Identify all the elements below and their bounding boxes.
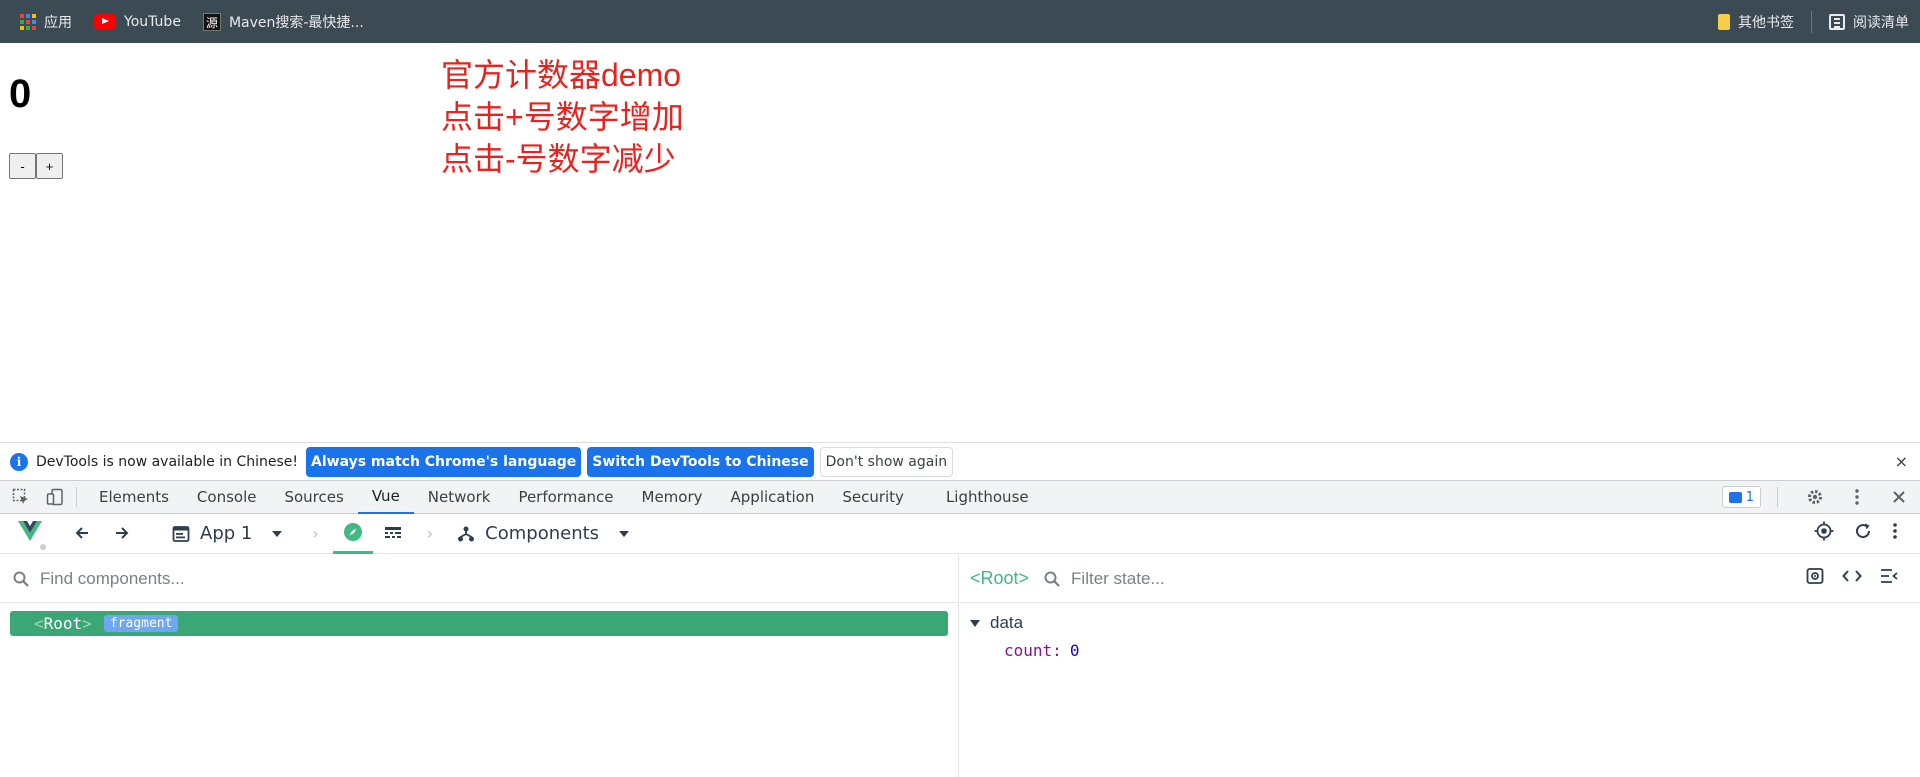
more-vert-icon[interactable] bbox=[1892, 522, 1898, 545]
select-component-icon[interactable] bbox=[1814, 521, 1834, 546]
count-display: 0 bbox=[9, 72, 32, 116]
app-selector[interactable]: App 1 bbox=[172, 523, 283, 544]
bookmark-divider bbox=[1811, 10, 1812, 33]
view-selector[interactable]: Components bbox=[457, 523, 630, 544]
inspector-tab[interactable] bbox=[332, 514, 373, 554]
tab-sources[interactable]: Sources bbox=[270, 481, 357, 514]
close-icon[interactable]: × bbox=[1895, 452, 1908, 471]
note-line: 点击+号数字增加 bbox=[441, 99, 684, 135]
note-line: 点击-号数字减少 bbox=[441, 141, 676, 177]
state-property-row[interactable]: count: 0 bbox=[960, 641, 1920, 660]
tab-console[interactable]: Console bbox=[183, 481, 271, 514]
bookmark-reading-label: 阅读清单 bbox=[1853, 14, 1909, 31]
component-tree-icon bbox=[458, 526, 475, 541]
timeline-tab[interactable] bbox=[373, 514, 413, 554]
tab-vue[interactable]: Vue bbox=[357, 481, 414, 514]
compass-icon bbox=[343, 523, 362, 541]
state-inspector-panel: <Root> data count:0 bbox=[960, 555, 1920, 777]
note-line: 官方计数器demo bbox=[441, 57, 682, 93]
chevron-down-icon bbox=[619, 530, 630, 537]
tab-performance[interactable]: Performance bbox=[504, 481, 627, 514]
issues-badge[interactable]: 1 bbox=[1721, 486, 1761, 508]
issues-count: 1 bbox=[1745, 489, 1754, 505]
dont-show-again-button[interactable]: Don't show again bbox=[819, 446, 954, 477]
counter-buttons: - + bbox=[9, 153, 63, 179]
bookmark-other-label: 其他书签 bbox=[1738, 14, 1794, 31]
search-icon bbox=[13, 571, 29, 587]
folder-icon bbox=[1718, 13, 1730, 30]
refresh-icon[interactable] bbox=[1854, 522, 1872, 545]
bookmark-other[interactable]: 其他书签 bbox=[1698, 0, 1805, 43]
gear-icon[interactable] bbox=[1802, 484, 1828, 510]
decrement-button[interactable]: - bbox=[9, 153, 36, 179]
tab-application[interactable]: Application bbox=[717, 481, 829, 514]
tag-close-bracket: > bbox=[82, 614, 92, 633]
tab-network[interactable]: Network bbox=[414, 481, 505, 514]
chevron-right-icon: › bbox=[426, 524, 434, 543]
tab-memory[interactable]: Memory bbox=[628, 481, 717, 514]
info-icon: i bbox=[10, 452, 28, 471]
app-selector-label: App 1 bbox=[200, 523, 253, 544]
state-header-row: <Root> bbox=[960, 555, 1920, 603]
tab-divider bbox=[1777, 487, 1778, 507]
component-search-row bbox=[0, 555, 958, 603]
timeline-icon bbox=[384, 526, 401, 538]
connection-status-dot bbox=[38, 542, 48, 552]
bookmark-reading-list[interactable]: 阅读清单 bbox=[1818, 0, 1920, 43]
tab-elements[interactable]: Elements bbox=[85, 481, 183, 514]
state-key: count bbox=[1004, 641, 1053, 660]
state-section-label: data bbox=[990, 613, 1024, 632]
message-icon bbox=[1728, 491, 1742, 503]
code-icon[interactable] bbox=[1842, 568, 1862, 589]
bookmarks-bar: 应用 YouTube 源 Maven搜索-最快捷... 其他书签 阅读清单 bbox=[0, 0, 1920, 43]
view-selector-label: Components bbox=[485, 523, 600, 544]
tab-security[interactable]: Security bbox=[828, 481, 918, 514]
bookmark-youtube[interactable]: YouTube bbox=[83, 0, 192, 43]
search-icon bbox=[1044, 571, 1060, 587]
state-value: 0 bbox=[1069, 641, 1080, 660]
fragment-badge: fragment bbox=[103, 615, 179, 632]
devtools-language-infobar: i DevTools is now available in Chinese! … bbox=[0, 442, 1920, 480]
vue-logo-icon bbox=[18, 521, 48, 552]
tab-divider bbox=[76, 487, 77, 507]
reading-list-icon bbox=[1829, 13, 1845, 30]
switch-to-chinese-button[interactable]: Switch DevTools to Chinese bbox=[587, 446, 814, 477]
bookmark-maven[interactable]: 源 Maven搜索-最快捷... bbox=[192, 0, 375, 43]
state-colon: : bbox=[1052, 641, 1062, 660]
tag-open-bracket: < bbox=[34, 614, 44, 633]
forward-arrow-icon[interactable] bbox=[102, 522, 142, 546]
app-window-icon bbox=[172, 525, 190, 542]
component-tree-panel: < Root > fragment bbox=[0, 555, 959, 777]
expand-triangle-icon bbox=[970, 619, 980, 627]
component-name: Root bbox=[43, 614, 83, 633]
apps-grid-icon bbox=[20, 13, 36, 30]
demo-notes: 官方计数器demo 点击+号数字增加 点击-号数字减少 bbox=[441, 54, 684, 180]
selected-component-label: <Root> bbox=[970, 568, 1030, 588]
close-devtools-icon[interactable] bbox=[1886, 484, 1912, 510]
bookmark-apps[interactable]: 应用 bbox=[0, 0, 83, 43]
more-vert-icon[interactable] bbox=[1844, 484, 1870, 510]
increment-button[interactable]: + bbox=[36, 153, 63, 179]
match-language-button[interactable]: Always match Chrome's language bbox=[306, 446, 582, 477]
device-toolbar-icon[interactable] bbox=[42, 484, 68, 510]
tree-node-root[interactable]: < Root > fragment bbox=[10, 611, 948, 636]
bookmark-apps-label: 应用 bbox=[44, 14, 72, 31]
infobar-message: DevTools is now available in Chinese! bbox=[36, 453, 298, 470]
collapse-all-icon[interactable] bbox=[1880, 568, 1898, 589]
chevron-down-icon bbox=[272, 530, 283, 537]
back-arrow-icon[interactable] bbox=[62, 522, 102, 546]
chevron-right-icon: › bbox=[312, 524, 319, 543]
scroll-to-component-icon[interactable] bbox=[1806, 567, 1824, 590]
youtube-icon bbox=[94, 14, 116, 29]
state-section-data[interactable]: data bbox=[960, 613, 1920, 633]
bookmark-youtube-label: YouTube bbox=[124, 13, 181, 30]
tab-lighthouse[interactable]: Lighthouse bbox=[932, 481, 1043, 514]
source-favicon-icon: 源 bbox=[202, 12, 221, 31]
find-components-input[interactable] bbox=[40, 568, 440, 589]
inspect-element-icon[interactable] bbox=[8, 484, 34, 510]
filter-state-input[interactable] bbox=[1071, 568, 1372, 589]
bookmark-maven-label: Maven搜索-最快捷... bbox=[228, 14, 364, 31]
devtools-tab-bar: Elements Console Sources Vue Network Per… bbox=[0, 480, 1920, 514]
vue-devtools-toolbar: App 1 › › Components bbox=[0, 514, 1920, 554]
